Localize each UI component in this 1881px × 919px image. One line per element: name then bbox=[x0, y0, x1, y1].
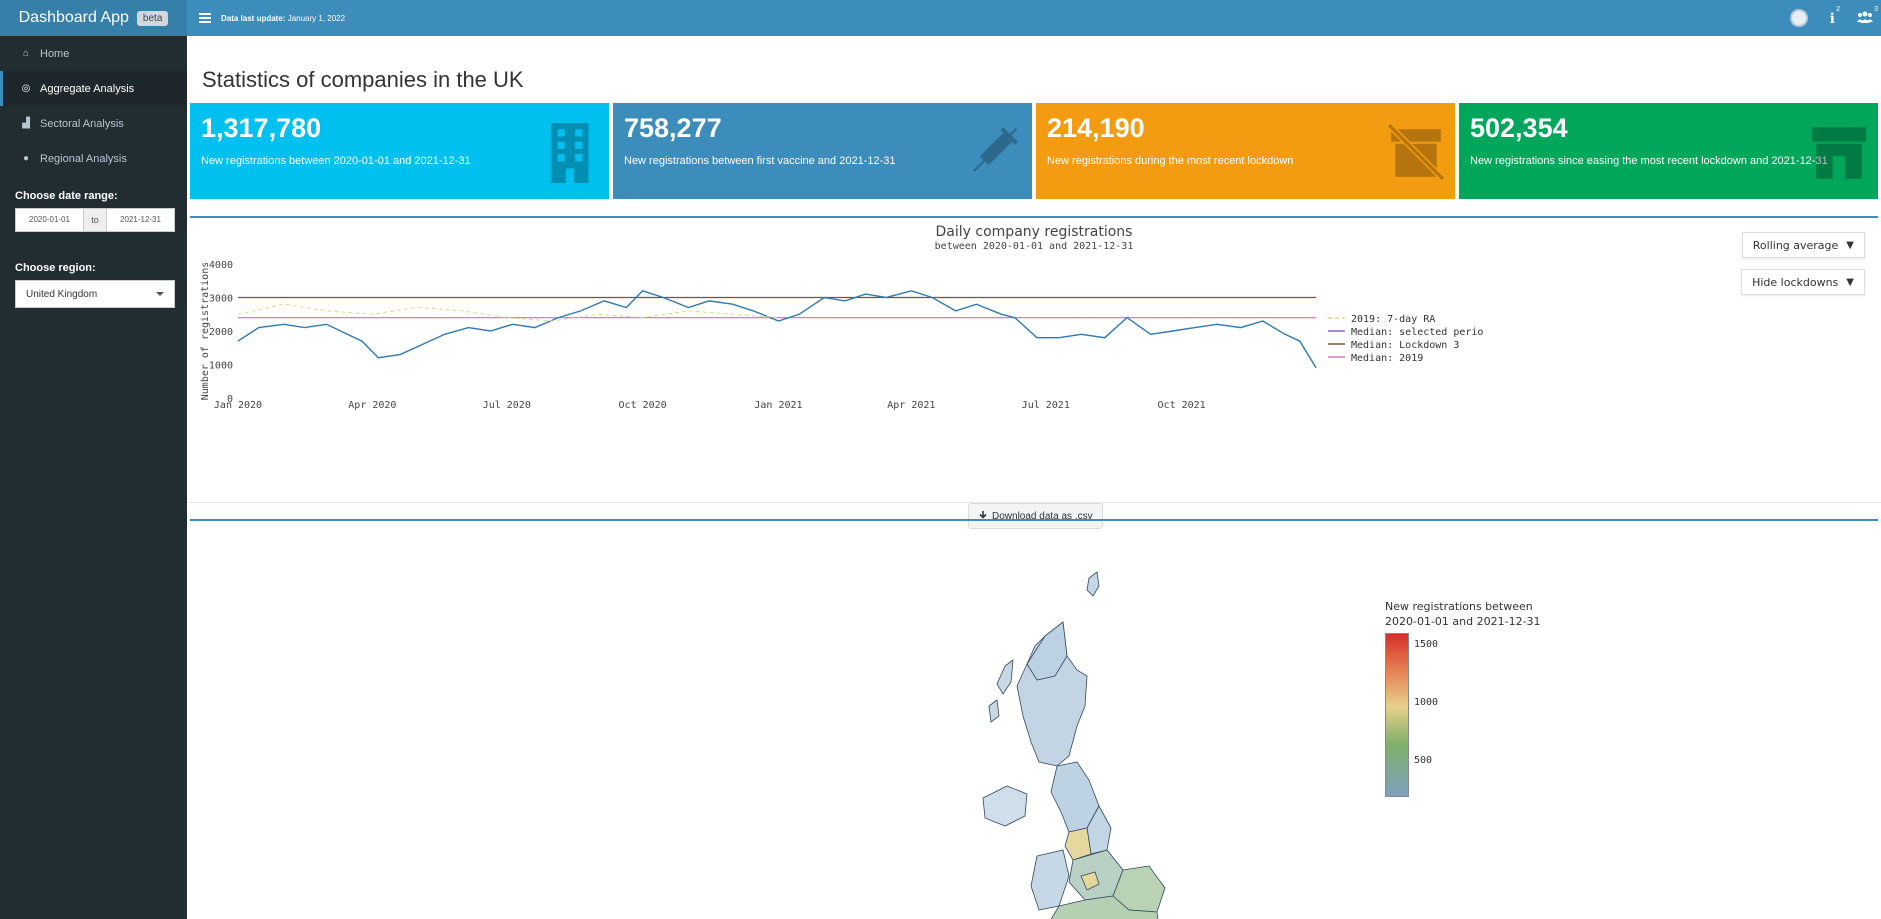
building-icon bbox=[551, 123, 589, 183]
update-date: January 1, 2022 bbox=[287, 13, 346, 23]
value-box-number: 1,317,780 bbox=[201, 113, 322, 143]
map-region-northern-ireland[interactable] bbox=[982, 785, 1028, 827]
x-tick-label: Oct 2021 bbox=[1158, 400, 1206, 411]
download-csv-button[interactable]: Download data as .csv bbox=[968, 503, 1103, 529]
sidebar-toggle-icon[interactable] bbox=[199, 13, 211, 23]
brand[interactable]: Dashboard App beta bbox=[0, 0, 187, 36]
sidebar-item-aggregate-analysis[interactable]: ◎ Aggregate Analysis bbox=[0, 71, 187, 106]
uk-regional-map[interactable] bbox=[927, 566, 1187, 919]
region-select[interactable]: United Kingdom bbox=[15, 280, 175, 308]
reference-series-line bbox=[237, 303, 779, 322]
y-tick-label: 2000 bbox=[209, 327, 233, 338]
value-box-description: New registrations between 2020-01-01 and… bbox=[201, 155, 471, 167]
legend-label: Median: 2019 bbox=[1351, 353, 1423, 364]
legend-label: Median: selected perio bbox=[1351, 327, 1483, 338]
value-box-vaccine: 758,277 New registrations between first … bbox=[613, 103, 1032, 199]
y-axis-label: Number of registrations bbox=[200, 262, 211, 400]
legend-label: Median: Lockdown 3 bbox=[1351, 340, 1459, 351]
bar-chart-icon: ▟ bbox=[22, 118, 30, 129]
date-range-picker: 2020-01-01 to 2021-12-31 bbox=[15, 208, 175, 232]
legend-title-line: 2020-01-01 and 2021-12-31 bbox=[1385, 615, 1541, 628]
map-colorbar bbox=[1385, 633, 1409, 797]
value-box-description: New registrations between first vaccine … bbox=[624, 155, 896, 167]
sidebar-item-sectoral-analysis[interactable]: ▟ Sectoral Analysis bbox=[0, 106, 187, 141]
x-tick-label: Jan 2021 bbox=[754, 400, 802, 411]
value-box-number: 758,277 bbox=[624, 113, 722, 143]
hide-lockdowns-dropdown[interactable]: Hide lockdowns ▼ bbox=[1741, 269, 1865, 295]
date-to-input[interactable]: 2021-12-31 bbox=[106, 208, 175, 232]
y-tick-label: 3000 bbox=[209, 294, 233, 305]
section-divider bbox=[190, 519, 1878, 521]
value-box-number: 502,354 bbox=[1470, 113, 1568, 143]
value-box-total: 1,317,780 New registrations between 2020… bbox=[190, 103, 609, 199]
date-separator: to bbox=[84, 208, 106, 232]
value-box-number: 214,190 bbox=[1047, 113, 1145, 143]
region-value: United Kingdom bbox=[26, 288, 98, 300]
organization-logo-icon[interactable] bbox=[1789, 9, 1808, 27]
date-range-label: Choose date range: bbox=[15, 190, 118, 202]
map-marker-icon: ● bbox=[22, 153, 30, 164]
value-box-easing: 502,354 New registrations since easing t… bbox=[1459, 103, 1878, 199]
top-header: Dashboard App beta Data last update: Jan… bbox=[0, 0, 1881, 36]
data-update-text: Data last update: January 1, 2022 bbox=[221, 14, 345, 23]
registrations-series-line bbox=[237, 289, 1317, 369]
beta-badge: beta bbox=[136, 10, 169, 26]
colorbar-tick: 1000 bbox=[1414, 697, 1439, 708]
colorbar-tick: 1500 bbox=[1414, 639, 1439, 650]
dropdown-label: Rolling average bbox=[1752, 238, 1839, 252]
daily-registrations-chart: Daily company registrations between 2020… bbox=[190, 218, 1878, 503]
value-box-description: New registrations since easing the most … bbox=[1470, 155, 1828, 167]
main-content: Statistics of companies in the UK 1,317,… bbox=[187, 36, 1881, 919]
value-box-description: New registrations during the most recent… bbox=[1047, 155, 1294, 167]
value-box-lockdown: 214,190 New registrations during the mos… bbox=[1036, 103, 1455, 199]
region-label: Choose region: bbox=[15, 262, 96, 274]
x-tick-label: Jul 2020 bbox=[483, 400, 531, 411]
chevron-down-icon: ▼ bbox=[1846, 239, 1854, 251]
sidebar-item-label: Aggregate Analysis bbox=[40, 82, 135, 95]
sidebar: ⌂ Home ◎ Aggregate Analysis ▟ Sectoral A… bbox=[0, 36, 187, 919]
sidebar-item-label: Regional Analysis bbox=[40, 152, 127, 165]
x-tick-label: Jul 2021 bbox=[1022, 400, 1070, 411]
section-separator bbox=[187, 502, 1881, 503]
update-label: Data last update: bbox=[221, 13, 286, 23]
map-region-manchester[interactable] bbox=[1064, 827, 1092, 861]
sidebar-item-regional-analysis[interactable]: ● Regional Analysis bbox=[0, 141, 187, 176]
sidebar-item-label: Sectoral Analysis bbox=[40, 117, 124, 130]
y-tick-label: 1000 bbox=[209, 361, 233, 372]
map-region-wales[interactable] bbox=[1030, 849, 1070, 911]
users-icon[interactable]: 3 bbox=[1857, 6, 1878, 26]
brand-name: Dashboard App bbox=[18, 9, 129, 26]
dropdown-label: Hide lockdowns bbox=[1752, 275, 1839, 289]
target-icon: ◎ bbox=[21, 83, 31, 94]
y-tick-label: 4000 bbox=[209, 260, 233, 271]
sidebar-item-home[interactable]: ⌂ Home bbox=[0, 36, 187, 71]
date-from-input[interactable]: 2020-01-01 bbox=[15, 208, 84, 232]
x-tick-label: Apr 2020 bbox=[348, 400, 396, 411]
store-icon bbox=[1812, 127, 1866, 179]
map-region-orkney-shetland[interactable] bbox=[1086, 571, 1100, 597]
sidebar-item-label: Home bbox=[40, 47, 70, 60]
map-legend-title: New registrations between 2020-01-01 and… bbox=[1385, 599, 1541, 629]
chart-plot[interactable]: 01000200030004000Jan 2020 Apr 2020 Jul 202… bbox=[190, 218, 1878, 503]
store-closed-icon bbox=[1386, 122, 1446, 182]
chevron-down-icon: ▼ bbox=[1846, 276, 1854, 288]
map-region-western-isles[interactable] bbox=[988, 659, 1014, 723]
syringe-icon bbox=[973, 127, 1018, 172]
chevron-down-icon bbox=[156, 292, 164, 296]
x-tick-label: Jan 2020 bbox=[214, 400, 262, 411]
home-icon: ⌂ bbox=[22, 48, 30, 59]
rolling-average-dropdown[interactable]: Rolling average ▼ bbox=[1741, 232, 1865, 258]
legend-label: 2019: 7-day RA bbox=[1351, 314, 1435, 325]
x-tick-label: Oct 2020 bbox=[619, 400, 667, 411]
info-icon[interactable]: ℹ2 bbox=[1830, 6, 1840, 27]
colorbar-tick: 500 bbox=[1414, 755, 1433, 766]
page-title: Statistics of companies in the UK bbox=[202, 67, 524, 92]
legend-title-line: New registrations between bbox=[1385, 600, 1533, 613]
x-tick-label: Apr 2021 bbox=[887, 400, 935, 411]
